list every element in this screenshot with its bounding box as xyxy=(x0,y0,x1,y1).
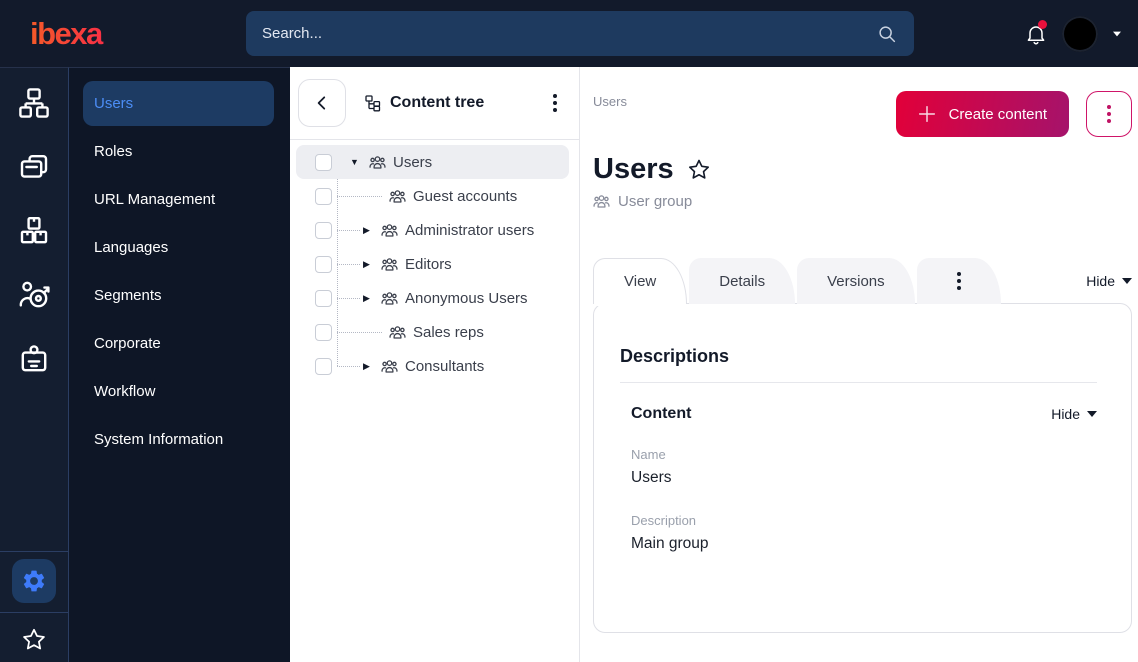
tab-versions[interactable]: Versions xyxy=(797,258,915,304)
expander-icon[interactable]: ▶ xyxy=(360,361,373,372)
avatar[interactable] xyxy=(1062,15,1098,52)
user-group-icon xyxy=(381,257,398,271)
sidebar-item-corporate[interactable]: Corporate xyxy=(83,321,274,366)
expander-icon[interactable]: ▶ xyxy=(360,259,373,270)
tree-row-editors[interactable]: ▶ Editors xyxy=(296,247,569,281)
checkbox[interactable] xyxy=(315,187,332,205)
kebab-icon xyxy=(956,272,961,290)
divider xyxy=(0,612,68,613)
field-description: Description Main group xyxy=(631,513,1097,553)
sidebar-item-segments[interactable]: Segments xyxy=(83,273,274,318)
user-group-icon xyxy=(369,155,386,169)
content-view-card: Descriptions Content Hide Name Users Des… xyxy=(593,303,1132,633)
breadcrumb[interactable]: Users xyxy=(593,94,627,137)
tree-row-guest-accounts[interactable]: Guest accounts xyxy=(296,179,569,213)
sidebar-item-languages[interactable]: Languages xyxy=(83,225,274,270)
tab-bar: View Details Versions Hide xyxy=(593,258,1132,306)
audience-icon[interactable] xyxy=(15,276,53,314)
tree-connector xyxy=(337,297,360,299)
badge-icon[interactable] xyxy=(15,340,53,378)
tab-view[interactable]: View xyxy=(593,258,688,306)
divider xyxy=(0,551,68,552)
icon-rail xyxy=(0,67,69,662)
tree-row-administrator-users[interactable]: ▶ Administrator users xyxy=(296,213,569,247)
user-group-icon xyxy=(381,359,398,373)
tree-connector xyxy=(337,263,360,265)
content-options-kebab[interactable] xyxy=(1086,91,1132,137)
tree-options-kebab[interactable] xyxy=(549,90,561,116)
expander-icon[interactable]: ▼ xyxy=(348,157,361,167)
hide-tabs-button[interactable]: Hide xyxy=(1086,273,1132,289)
tree-connector xyxy=(337,195,382,197)
expander-icon[interactable]: ▶ xyxy=(360,225,373,236)
create-content-button[interactable]: Create content xyxy=(895,91,1069,137)
notifications-bell-icon[interactable] xyxy=(1024,19,1048,46)
ibexa-logo[interactable]: ibexa xyxy=(0,16,246,52)
checkbox[interactable] xyxy=(315,289,332,307)
search-icon[interactable] xyxy=(876,23,898,45)
hide-group-button[interactable]: Hide xyxy=(1051,406,1097,422)
content-tree-icon xyxy=(365,95,381,112)
plus-icon xyxy=(918,105,935,123)
sitemap-icon[interactable] xyxy=(15,84,53,122)
user-group-icon xyxy=(381,291,398,305)
sidebar-item-system-information[interactable]: System Information xyxy=(83,417,274,462)
collapse-tree-button[interactable] xyxy=(298,79,346,127)
products-icon[interactable] xyxy=(15,212,53,250)
field-label: Description xyxy=(631,513,697,528)
chevron-down-icon[interactable] xyxy=(1113,31,1121,36)
tree-connector xyxy=(337,331,382,333)
tree-row-consultants[interactable]: ▶ Consultants xyxy=(296,349,569,383)
user-group-icon xyxy=(389,189,406,203)
section-title: Descriptions xyxy=(620,346,730,366)
checkbox[interactable] xyxy=(315,255,332,273)
tree-connector xyxy=(337,365,360,367)
content-tree-panel: Content tree ▼ Users Guest accounts ▶ Ad… xyxy=(290,67,580,662)
field-value: Main group xyxy=(631,535,709,552)
bookmark-star-icon[interactable] xyxy=(20,626,48,654)
sidebar-item-workflow[interactable]: Workflow xyxy=(83,369,274,414)
tab-details[interactable]: Details xyxy=(689,258,796,304)
search-input[interactable] xyxy=(262,25,876,42)
checkbox[interactable] xyxy=(315,357,332,375)
field-value: Users xyxy=(631,469,672,486)
tree-row-anonymous-users[interactable]: ▶ Anonymous Users xyxy=(296,281,569,315)
page-title: Users xyxy=(593,153,674,185)
tab-more-kebab[interactable] xyxy=(916,258,1001,304)
group-title: Content xyxy=(631,405,692,422)
global-search[interactable] xyxy=(246,11,914,56)
checkbox[interactable] xyxy=(315,153,332,171)
main-content: Users Create content Users User group Vi… xyxy=(580,67,1138,662)
sidebar-item-url-management[interactable]: URL Management xyxy=(83,177,274,222)
field-name: Name Users xyxy=(631,447,1097,487)
expander-icon[interactable]: ▶ xyxy=(360,293,373,304)
field-label: Name xyxy=(631,447,666,462)
chevron-down-icon xyxy=(1122,278,1132,284)
sidebar-menu: Users Roles URL Management Languages Segment… xyxy=(69,67,290,662)
content-tree-title: Content tree xyxy=(364,94,484,112)
chevron-down-icon xyxy=(1087,411,1097,417)
content-type-label: User group xyxy=(593,193,1132,210)
sidebar-item-users[interactable]: Users xyxy=(83,81,274,126)
settings-gear-icon[interactable] xyxy=(12,559,56,603)
tree-row-sales-reps[interactable]: Sales reps xyxy=(296,315,569,349)
checkbox[interactable] xyxy=(315,323,332,341)
pages-icon[interactable] xyxy=(15,148,53,186)
tree-connector xyxy=(337,229,360,231)
sidebar-item-roles[interactable]: Roles xyxy=(83,129,274,174)
notification-badge xyxy=(1038,19,1047,29)
top-bar: ibexa xyxy=(0,0,1138,67)
chevron-left-icon xyxy=(317,96,326,110)
user-group-icon xyxy=(381,223,398,237)
user-group-icon xyxy=(389,325,406,339)
divider xyxy=(620,382,1097,383)
bookmark-star-icon[interactable] xyxy=(686,157,712,183)
checkbox[interactable] xyxy=(315,221,332,239)
tree-row-users[interactable]: ▼ Users xyxy=(296,145,569,179)
user-group-icon xyxy=(593,195,610,208)
